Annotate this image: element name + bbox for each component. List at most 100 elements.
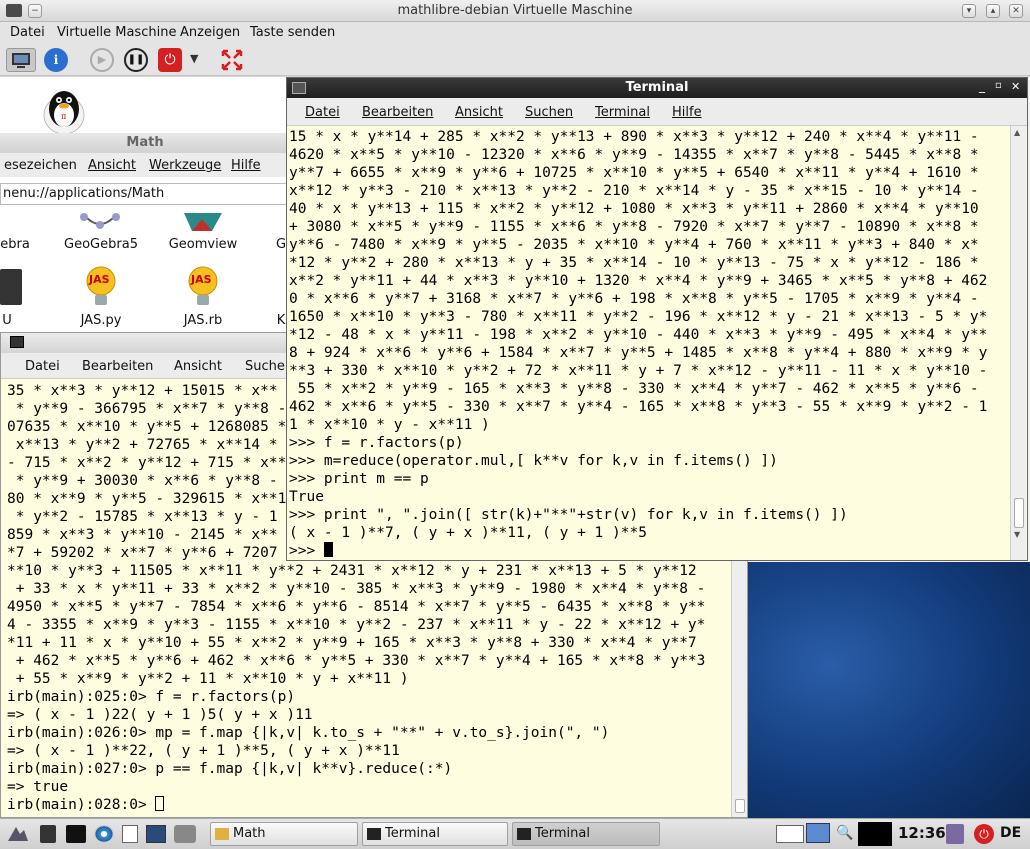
- workspace-pager-icon[interactable]: [776, 825, 804, 843]
- front-terminal-line: >>> print m == p: [289, 471, 429, 487]
- power-icon[interactable]: ⏻: [158, 48, 182, 72]
- front-terminal-window[interactable]: Terminal _ ▫ ✕ Datei Bearbeiten Ansicht …: [286, 77, 1028, 561]
- start-menu-icon[interactable]: [6, 825, 28, 843]
- play-icon[interactable]: ▶: [90, 48, 114, 72]
- minimize-icon[interactable]: ▾: [962, 4, 976, 18]
- front-terminal-line: >>> m=reduce(operator.mul,[ k**v for k,v…: [289, 453, 778, 469]
- front-terminal-line: 40 * x * y**13 + 115 * x**2 * y**12 + 10…: [289, 201, 979, 217]
- pause-icon[interactable]: ❚❚: [124, 48, 148, 72]
- irb-terminal-line: + 462 * x**5 * y**6 + 462 * x**6 * y**5 …: [7, 653, 706, 669]
- terminal-icon: [367, 828, 381, 840]
- browser-icon[interactable]: [94, 825, 114, 843]
- math-menu-hilfe[interactable]: Hilfe: [231, 158, 261, 173]
- geogebra-icon[interactable]: [80, 213, 120, 231]
- irb-terminal-line: => ( x - 1 )22( y + 1 )5( y + x )11: [7, 707, 313, 723]
- app-label-algebra[interactable]: ebra: [0, 237, 60, 252]
- app-label-geomview[interactable]: Geomview: [158, 237, 248, 252]
- jas-icon-label: JAS: [191, 273, 212, 286]
- task-terminal-1-label: Terminal: [385, 826, 440, 841]
- vm-menu-taste-senden[interactable]: Taste senden: [250, 25, 335, 40]
- term-menu-ansicht[interactable]: Ansicht: [455, 105, 503, 120]
- terminal-icon: [517, 828, 531, 840]
- folder-icon: [215, 828, 229, 840]
- front-terminal-line: y**7 + 6655 * x**9 * y**6 + 10725 * x**1…: [289, 165, 979, 181]
- math-menu-lesezeichen[interactable]: esezeichen: [4, 158, 77, 173]
- text-cursor: [323, 542, 333, 557]
- file-icon[interactable]: [122, 825, 138, 843]
- desktop-icon[interactable]: [40, 825, 56, 843]
- tux-logo-icon: π: [40, 85, 88, 135]
- front-terminal-output[interactable]: 15 * x * y**14 + 285 * x**2 * y**13 + 89…: [289, 128, 1011, 560]
- network-icon[interactable]: [174, 825, 196, 843]
- irb-terminal-line: irb(main):026:0> mp = f.map {|k,v| k.to_…: [7, 725, 610, 741]
- irb-terminal-line: => true: [7, 779, 69, 795]
- app-label-geogebra5[interactable]: GeoGebra5: [56, 237, 146, 252]
- irb-menu-bearbeiten[interactable]: Bearbeiten: [82, 359, 153, 374]
- task-terminal-2[interactable]: Terminal: [512, 822, 660, 846]
- vm-menu-datei[interactable]: Datei: [10, 25, 45, 40]
- system-monitor-icon[interactable]: [858, 822, 892, 846]
- math-menu-ansicht[interactable]: Ansicht: [88, 158, 136, 173]
- scroll-up-icon[interactable]: ▲: [1014, 128, 1020, 137]
- front-terminal-scrollbar[interactable]: ▲ ▼: [1010, 126, 1026, 560]
- math-menu-werkzeuge[interactable]: Werkzeuge: [149, 158, 221, 173]
- irb-menu-datei[interactable]: Datei: [25, 359, 60, 374]
- power-icon[interactable]: ⏻: [974, 824, 994, 844]
- jas-py-icon[interactable]: JAS: [84, 265, 118, 309]
- term-menu-suchen[interactable]: Suchen: [525, 105, 573, 120]
- vm-menu-anzeigen[interactable]: Anzeigen: [180, 25, 240, 40]
- clock[interactable]: 12:36: [898, 824, 946, 842]
- front-terminal-line: 8 + 924 * x**6 * y**6 + 1584 * x**7 * y*…: [289, 345, 988, 361]
- irb-terminal-line: 4 - 3355 * x**9 * y**3 - 1155 * x**10 * …: [7, 617, 706, 633]
- front-terminal-line: 1 * x**10 * y - x**11 ): [289, 417, 490, 433]
- front-terminal-line: x**12 * y**3 - 210 * x**13 * y**2 - 210 …: [289, 183, 979, 199]
- keyboard-layout[interactable]: DE: [1000, 825, 1021, 841]
- irb-menu-ansicht[interactable]: Ansicht: [174, 359, 222, 374]
- search-icon[interactable]: 🔍: [836, 825, 853, 843]
- scroll-down-icon[interactable]: ▼: [1014, 530, 1020, 539]
- app-label-jas-py[interactable]: JAS.py: [56, 313, 146, 328]
- app-label-u[interactable]: U: [0, 313, 52, 328]
- term-menu-terminal[interactable]: Terminal: [595, 105, 650, 120]
- math-menubar: esezeichen Ansicht Werkzeuge Hilfe: [0, 153, 290, 177]
- geomview-icon[interactable]: [182, 211, 224, 233]
- term-menu-hilfe[interactable]: Hilfe: [672, 105, 702, 120]
- front-terminal-line: 462 * x**6 * y**5 - 330 * x**7 * y**4 - …: [289, 399, 988, 415]
- irb-menu-suche[interactable]: Suche: [245, 359, 285, 374]
- vm-menu-virtuelle-maschine[interactable]: Virtuelle Maschine: [57, 25, 176, 40]
- front-terminal-line: y**6 - 7480 * x**9 * y**5 - 2035 * x**10…: [289, 237, 979, 253]
- minimize-icon[interactable]: _: [979, 79, 985, 93]
- math-window-title: Math: [0, 133, 290, 153]
- vm-titlebar: − mathlibre-debian Virtuelle Maschine ▾ …: [0, 0, 1030, 22]
- location-bar[interactable]: nenu://applications/Math: [0, 183, 290, 205]
- front-terminal-menubar: Datei Bearbeiten Ansicht Suchen Terminal…: [287, 98, 1027, 126]
- maximize-icon[interactable]: ▴: [986, 4, 1000, 18]
- front-terminal-title: Terminal: [625, 80, 689, 95]
- app-label-jas-rb[interactable]: JAS.rb: [158, 313, 248, 328]
- task-terminal-1[interactable]: Terminal: [362, 822, 508, 846]
- jas-rb-icon[interactable]: JAS: [186, 265, 220, 309]
- display-settings-icon[interactable]: [146, 825, 166, 843]
- front-terminal-line: *12 - 48 * x * y**11 - 198 * x**2 * y**1…: [289, 327, 988, 343]
- term-menu-datei[interactable]: Datei: [305, 105, 340, 120]
- workspace-pager-icon[interactable]: [806, 823, 830, 843]
- fullscreen-icon[interactable]: [220, 48, 244, 72]
- vm-menubar: Datei Virtuelle Maschine Anzeigen Taste …: [0, 22, 1030, 44]
- terminal-app-icon[interactable]: [0, 269, 22, 305]
- monitor-icon[interactable]: [6, 48, 36, 72]
- user-icon[interactable]: [946, 824, 964, 844]
- text-cursor: [155, 796, 165, 811]
- scrollbar-thumb[interactable]: [1014, 498, 1024, 528]
- close-icon[interactable]: ✕: [1011, 80, 1020, 93]
- guest-desktop: π Math esezeichen Ansicht Werkzeuge Hilf…: [0, 77, 1030, 818]
- scrollbar-thumb[interactable]: [735, 799, 745, 813]
- maximize-icon[interactable]: ▫: [995, 80, 1002, 91]
- chevron-down-icon[interactable]: ▼: [190, 52, 198, 65]
- task-math[interactable]: Math: [210, 822, 358, 846]
- vm-window-title: mathlibre-debian Virtuelle Maschine: [397, 3, 633, 18]
- info-icon[interactable]: i: [44, 48, 68, 72]
- term-menu-bearbeiten[interactable]: Bearbeiten: [362, 105, 433, 120]
- front-terminal-line: *12 * y**2 + 280 * x**13 * y + 35 * x**1…: [289, 255, 979, 271]
- close-icon[interactable]: ✕: [1009, 4, 1023, 18]
- terminal-launcher-icon[interactable]: [66, 825, 86, 843]
